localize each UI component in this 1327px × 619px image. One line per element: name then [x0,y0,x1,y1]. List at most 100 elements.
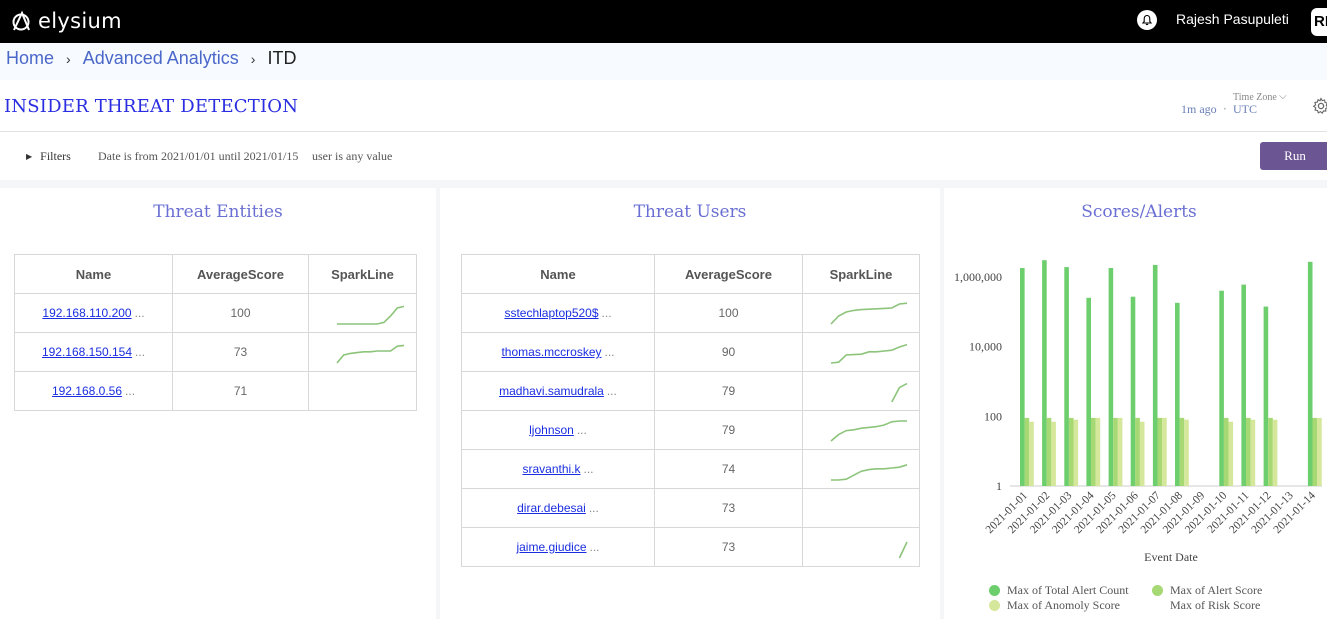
name-link[interactable]: 192.168.110.200 [42,306,131,320]
score-cell: 90 [654,332,803,372]
threat-entities-table: Name AverageScore SparkLine 192.168.110.… [14,254,417,411]
tile-title: Scores/Alerts [1081,202,1197,222]
score-cell: 79 [654,371,803,411]
brand-name: elysium [38,9,122,33]
name-link[interactable]: jaime.giudice [516,540,586,554]
legend-item[interactable]: Max of Risk Score [1152,598,1260,613]
name-link[interactable]: ljohnson [529,423,574,437]
score-cell: 73 [654,527,803,567]
table-row: madhavi.samudrala... 79 [461,371,920,411]
name-cell: ljohnson... [461,410,655,450]
legend-item[interactable]: Max of Anomoly Score [989,598,1120,613]
name-cell: sstechlaptop520$... [461,293,655,333]
filters-toggle[interactable]: ▶ Filters [26,149,71,164]
more-icon[interactable]: ... [577,423,587,437]
score-cell: 100 [654,293,803,333]
sparkline-path [830,302,908,325]
caret-right-icon: ▶ [26,152,33,161]
name-link[interactable]: dirar.debesai [517,501,586,515]
avatar[interactable]: RP [1311,8,1327,36]
elysium-logo-icon [12,10,30,31]
name-link[interactable]: madhavi.samudrala [499,384,604,398]
more-icon[interactable]: ... [135,345,145,359]
bar [1046,417,1052,486]
bar [1175,302,1180,486]
chevron-down-icon[interactable]: ⌵ [1279,91,1287,102]
legend-swatch [1152,585,1163,596]
name-cell: 192.168.110.200... [14,293,173,333]
user-name[interactable]: Rajesh Pasupuleti [1176,11,1289,27]
legend-swatch [989,600,1000,611]
sparkline-path [831,464,908,481]
sparkline [803,489,919,527]
bar [1029,421,1034,486]
more-icon[interactable]: ... [602,306,612,320]
more-icon[interactable]: ... [125,384,135,398]
tile-title: Threat Users [633,202,747,222]
brand[interactable]: elysium [10,6,122,36]
column-header-averagescore[interactable]: AverageScore [654,254,803,294]
y-tick-label: 10,000 [969,340,1002,354]
bar [1024,417,1030,486]
column-header-sparkline[interactable]: SparkLine [802,254,920,294]
y-tick-label: 1,000,000 [954,270,1002,284]
breadcrumb-home[interactable]: Home [6,48,54,69]
notifications-button[interactable] [1137,10,1157,30]
name-link[interactable]: thomas.mccroskey [501,345,601,359]
more-icon[interactable]: ... [607,384,617,398]
bar [1095,417,1101,486]
legend-label: Max of Risk Score [1170,598,1261,612]
bar [1228,421,1234,486]
sparkline-path [891,382,908,403]
table-header-row: Name AverageScore SparkLine [461,254,920,294]
score-cell: 73 [172,332,309,372]
sparkline-path [830,420,907,442]
legend-item[interactable]: Max of Total Alert Count [989,583,1129,598]
table-header-row: Name AverageScore SparkLine [14,254,417,294]
column-header-averagescore[interactable]: AverageScore [172,254,309,294]
name-link[interactable]: sravanthi.k [522,462,580,476]
name-link[interactable]: 192.168.0.56 [52,384,122,398]
column-header-name[interactable]: Name [461,254,655,294]
bar [1307,261,1313,486]
filter-bar: ▶ Filters Date is from 2021/01/01 until … [0,132,1327,180]
bar [1272,419,1278,486]
sparkline-cell [802,527,920,567]
sparkline-path [898,541,908,559]
more-icon[interactable]: ... [135,306,145,320]
breadcrumb-current: ITD [267,48,297,68]
sparkline [891,382,908,403]
more-icon[interactable]: ... [584,462,594,476]
name-link[interactable]: sstechlaptop520$ [504,306,598,320]
score-cell: 100 [172,293,309,333]
bar [1051,421,1056,486]
gear-icon[interactable] [1312,97,1327,115]
sparkline-path [336,344,405,364]
more-icon[interactable]: ... [605,345,615,359]
more-icon[interactable]: ... [589,501,599,515]
breadcrumb-separator: › [66,50,71,67]
bar [1130,296,1136,486]
table-row: 192.168.0.56... 71 [14,371,417,411]
bar [1108,268,1114,486]
sparkline [831,464,908,481]
filter-summary-user: user is any value [312,149,393,163]
table-row: 192.168.110.200... 100 [14,293,417,333]
column-header-name[interactable]: Name [14,254,173,294]
breadcrumb-advanced-analytics[interactable]: Advanced Analytics [83,48,239,69]
legend-item[interactable]: Max of Alert Score [1152,583,1262,598]
column-header-sparkline[interactable]: SparkLine [308,254,417,294]
timezone-select[interactable]: UTC [1233,102,1257,117]
run-button[interactable]: Run [1260,142,1327,170]
bar [1250,419,1256,486]
sparkline-path [337,305,405,325]
bar [1179,417,1185,486]
sparkline-cell [308,371,417,411]
sparkline-cell [308,332,417,372]
name-cell: madhavi.samudrala... [461,371,655,411]
sparkline [898,541,908,559]
name-link[interactable]: 192.168.150.154 [42,345,132,359]
table-row: ljohnson... 79 [461,410,920,450]
bar [1312,417,1318,486]
more-icon[interactable]: ... [590,540,600,554]
